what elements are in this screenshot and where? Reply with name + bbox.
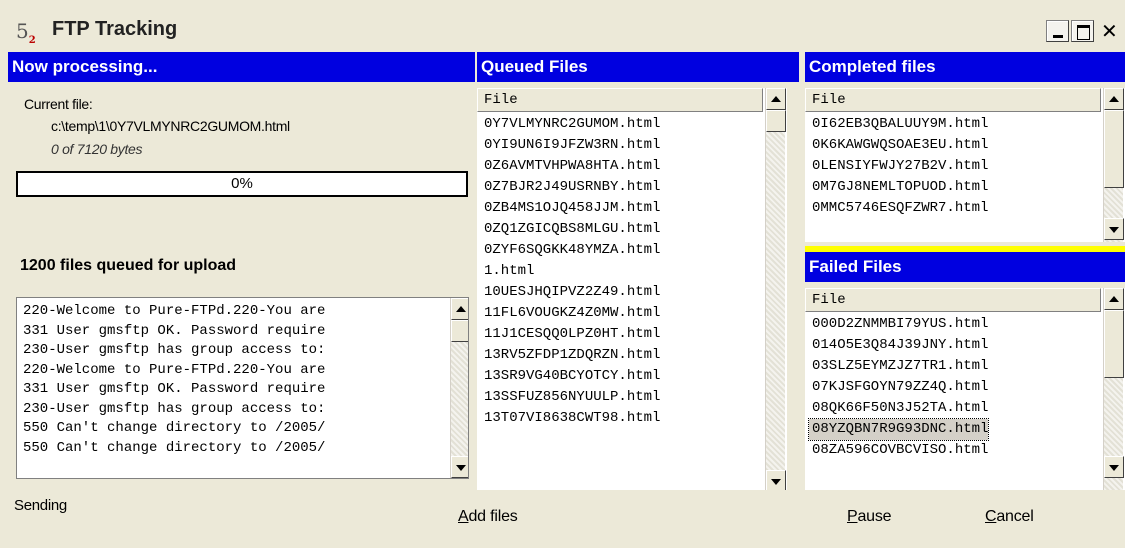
queued-count: 1200 files queued for upload xyxy=(20,257,237,274)
log-line: 331 User gmsftp OK. Password require xyxy=(23,381,326,397)
app-icon-sub: 2 xyxy=(28,35,36,46)
window-title: FTP Tracking xyxy=(52,18,178,40)
completed-file-column-header[interactable]: File xyxy=(805,88,1101,112)
failed-file-item[interactable]: 08QK66F50N3J52TA.html xyxy=(812,398,988,419)
current-file-path: c:\temp\1\0Y7VLMYNRC2GUMOM.html xyxy=(51,118,290,134)
queued-file-item[interactable]: 11J1CESQQ0LPZ0HT.html xyxy=(484,324,660,345)
queued-file-item[interactable]: 0Z6AVMTVHPWA8HTA.html xyxy=(484,156,660,177)
failed-files-list[interactable]: File 000D2ZNMMBI79YUS.html 014O5E3Q84J39J… xyxy=(805,288,1125,490)
queued-file-item[interactable]: 10UESJHQIPVZ2Z49.html xyxy=(484,282,660,303)
queued-file-item[interactable]: 13SSFUZ856NYUULP.html xyxy=(484,387,660,408)
failed-file-item[interactable]: 014O5E3Q84J39JNY.html xyxy=(812,335,988,356)
pause-accel: P xyxy=(847,508,858,525)
log-line: 550 Can't change directory to /2005/ xyxy=(23,420,326,436)
completed-scrollbar[interactable] xyxy=(1103,88,1124,242)
completed-files-list[interactable]: File 0I62EB3QBALUUY9M.html 0K6KAWGWQSOAE3… xyxy=(805,88,1125,242)
queued-file-item[interactable]: 0ZQ1ZGICQBS8MLGU.html xyxy=(484,219,660,240)
queued-scroll-thumb[interactable] xyxy=(766,110,786,132)
failed-scroll-thumb[interactable] xyxy=(1104,310,1124,378)
failed-file-item[interactable]: 000D2ZNMMBI79YUS.html xyxy=(812,314,988,335)
cancel-button[interactable]: Cancel xyxy=(985,508,1034,526)
log-line: 550 Can't change directory to /2005/ xyxy=(23,439,326,456)
scroll-down-arrow-icon[interactable] xyxy=(1104,456,1124,478)
queued-file-item[interactable]: 11FL6VOUGKZ4Z0MW.html xyxy=(484,303,660,324)
minimize-button[interactable] xyxy=(1046,20,1069,42)
scroll-up-arrow-icon[interactable] xyxy=(1104,88,1124,110)
queued-file-item[interactable]: 0Z7BJR2J49USRNBY.html xyxy=(484,177,660,198)
close-button[interactable]: ✕ xyxy=(1096,20,1122,43)
queued-file-item[interactable]: 0Y7VLMYNRC2GUMOM.html xyxy=(484,114,660,135)
log-line: 220-Welcome to Pure-FTPd.220-You are xyxy=(23,361,326,378)
log-scrollbar[interactable] xyxy=(450,298,468,478)
progress-percent: 0% xyxy=(231,175,253,192)
completed-files-header: Completed files xyxy=(805,52,1125,82)
queued-scrollbar[interactable] xyxy=(765,88,786,490)
close-icon: ✕ xyxy=(1101,21,1118,43)
failed-files-header: Failed Files xyxy=(805,252,1125,282)
queued-file-rows: 0Y7VLMYNRC2GUMOM.html 0YI9UN6I9JFZW3RN.ht… xyxy=(477,114,660,429)
scroll-down-arrow-icon[interactable] xyxy=(1104,218,1124,240)
completed-file-item[interactable]: 0K6KAWGWQSOAE3EU.html xyxy=(812,135,988,156)
failed-file-item[interactable]: 07KJSFGOYN79ZZ4Q.html xyxy=(812,377,988,398)
app-icon: 52 xyxy=(16,19,42,46)
completed-file-rows: 0I62EB3QBALUUY9M.html 0K6KAWGWQSOAE3EU.ht… xyxy=(805,114,988,219)
scroll-down-arrow-icon[interactable] xyxy=(451,456,468,478)
ftp-log[interactable]: 220-Welcome to Pure-FTPd.220-You are 331 … xyxy=(16,297,469,479)
log-scroll-thumb[interactable] xyxy=(451,320,468,342)
scroll-up-arrow-icon[interactable] xyxy=(1104,288,1124,310)
queued-file-item[interactable]: 13T07VI8638CWT98.html xyxy=(484,408,660,429)
current-file-bytes: 0 of 7120 bytes xyxy=(51,141,143,157)
completed-file-item[interactable]: 0I62EB3QBALUUY9M.html xyxy=(812,114,988,135)
scroll-up-arrow-icon[interactable] xyxy=(451,298,468,320)
cancel-label: ancel xyxy=(996,508,1034,525)
scroll-down-arrow-icon[interactable] xyxy=(766,470,786,490)
completed-file-item[interactable]: 0MMC5746ESQFZWR7.html xyxy=(812,198,988,219)
current-file-label: Current file: xyxy=(24,96,93,112)
pause-label: ause xyxy=(857,508,892,525)
title-bar[interactable]: 52 FTP Tracking ✕ xyxy=(0,0,1125,52)
queued-file-item[interactable]: 0ZYF6SQGKK48YMZA.html xyxy=(484,240,660,261)
queued-files-list[interactable]: File 0Y7VLMYNRC2GUMOM.html 0YI9UN6I9JFZW3… xyxy=(477,88,787,490)
app-icon-glyph: 5 xyxy=(16,19,29,43)
queued-file-item[interactable]: 0ZB4MS1OJQ458JJM.html xyxy=(484,198,660,219)
failed-file-item[interactable]: 08YZQBN7R9G93DNC.html xyxy=(807,418,990,441)
log-line: 230-User gmsftp has group access to: xyxy=(23,400,326,417)
failed-file-column-header[interactable]: File xyxy=(805,288,1101,312)
add-files-button[interactable]: Add files xyxy=(458,508,518,526)
add-files-accel: A xyxy=(458,508,469,525)
queued-file-item[interactable]: 13RV5ZFDP1ZDQRZN.html xyxy=(484,345,660,366)
queued-file-item[interactable]: 1.html xyxy=(484,261,660,282)
now-processing-header: Now processing... xyxy=(8,52,475,82)
pause-button[interactable]: Pause xyxy=(847,508,892,526)
failed-file-rows: 000D2ZNMMBI79YUS.html 014O5E3Q84J39JNY.ht… xyxy=(805,314,990,461)
cancel-accel: C xyxy=(985,508,997,525)
queued-file-column-header[interactable]: File xyxy=(477,88,763,112)
queued-files-header: Queued Files xyxy=(477,52,799,82)
ftp-log-lines: 220-Welcome to Pure-FTPd.220-You are 331 … xyxy=(17,302,450,458)
log-line: 331 User gmsftp OK. Password require xyxy=(23,322,326,339)
completed-scroll-thumb[interactable] xyxy=(1104,110,1124,188)
failed-file-item[interactable]: 03SLZ5EYMZJZ7TR1.html xyxy=(812,356,988,377)
failed-file-item[interactable]: 08ZA596COVBCVISO.html xyxy=(812,440,988,461)
queued-file-item[interactable]: 0YI9UN6I9JFZW3RN.html xyxy=(484,135,660,156)
completed-file-item[interactable]: 0M7GJ8NEMLTOPUOD.html xyxy=(812,177,988,198)
add-files-label: dd files xyxy=(468,508,518,525)
failed-scrollbar[interactable] xyxy=(1103,288,1124,490)
log-line: 220-Welcome to Pure-FTPd.220-You are xyxy=(23,303,326,319)
maximize-button[interactable] xyxy=(1071,20,1094,42)
queued-file-item[interactable]: 13SR9VG40BCYOTCY.html xyxy=(484,366,660,387)
log-line: 230-User gmsftp has group access to: xyxy=(23,342,326,358)
scroll-up-arrow-icon[interactable] xyxy=(766,88,786,110)
upload-progress-bar: 0% xyxy=(16,171,468,197)
completed-file-item[interactable]: 0LENSIYFWJY27B2V.html xyxy=(812,156,988,177)
status-text: Sending xyxy=(14,497,67,514)
